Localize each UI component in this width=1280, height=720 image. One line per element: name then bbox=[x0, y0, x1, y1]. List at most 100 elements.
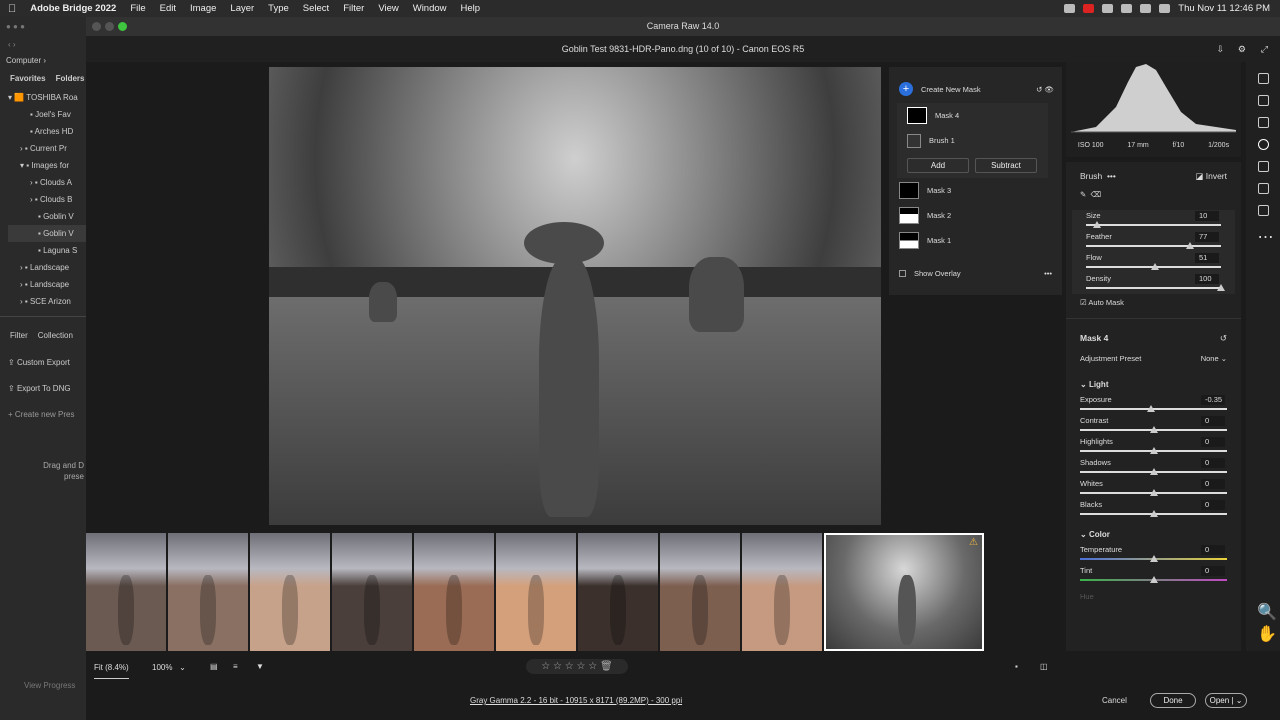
rating-stars[interactable]: ☆ ☆ ☆ ☆ ☆ 🗑 bbox=[526, 659, 628, 674]
menu-edit[interactable]: Edit bbox=[160, 3, 176, 14]
export-item[interactable]: ⇪ Export To DNG bbox=[8, 376, 78, 402]
filter-icon[interactable]: ▼ bbox=[256, 662, 264, 671]
tree-item[interactable]: › ▪ Landscape bbox=[8, 259, 86, 276]
tree-item[interactable]: › ▪ Current Pr bbox=[8, 140, 86, 157]
tab-folders[interactable]: Folders bbox=[56, 74, 85, 83]
menu-view[interactable]: View bbox=[378, 3, 398, 14]
menu-file[interactable]: File bbox=[130, 3, 145, 14]
gear-icon[interactable]: ⚙ bbox=[1238, 36, 1246, 62]
slider-row[interactable]: Exposure -0.35 bbox=[1066, 394, 1241, 415]
slider-value-field[interactable]: 51 bbox=[1195, 253, 1219, 263]
tree-item[interactable]: ▾ ▪ Images for bbox=[8, 157, 86, 174]
menu-layer[interactable]: Layer bbox=[230, 3, 254, 14]
tab-favorites[interactable]: Favorites bbox=[10, 74, 46, 83]
slider-row[interactable]: Flow 51 bbox=[1072, 252, 1235, 273]
menu-select[interactable]: Select bbox=[303, 3, 329, 14]
slider-row[interactable]: Contrast 0 bbox=[1066, 415, 1241, 436]
view-progress[interactable]: View Progress bbox=[24, 681, 75, 690]
slider-row[interactable]: Blacks 0 bbox=[1066, 499, 1241, 520]
slider-handle[interactable] bbox=[1185, 242, 1194, 249]
slider-track[interactable] bbox=[1086, 224, 1221, 226]
slider-handle[interactable] bbox=[1149, 576, 1158, 583]
filmstrip-thumbnail[interactable] bbox=[86, 533, 166, 651]
filmstrip-thumbnail[interactable] bbox=[414, 533, 494, 651]
menu-image[interactable]: Image bbox=[190, 3, 216, 14]
color-header[interactable]: ⌄ Color bbox=[1066, 520, 1241, 544]
slider-value-field[interactable]: 0 bbox=[1201, 458, 1225, 468]
workflow-info-link[interactable]: Gray Gamma 2.2 - 16 bit - 10915 x 8171 (… bbox=[470, 696, 682, 705]
tree-item[interactable]: › ▪ Landscape bbox=[8, 276, 86, 293]
slider-value-field[interactable]: 0 bbox=[1201, 500, 1225, 510]
create-mask-label[interactable]: Create New Mask bbox=[921, 85, 981, 94]
main-preview-image[interactable] bbox=[269, 67, 881, 525]
slider-row[interactable]: Feather 77 bbox=[1072, 231, 1235, 252]
plus-icon[interactable]: + bbox=[899, 82, 913, 96]
zoom-button[interactable] bbox=[118, 22, 127, 31]
export-item[interactable]: + Create new Pres bbox=[8, 402, 78, 428]
open-button[interactable]: Open | ⌄ bbox=[1205, 693, 1247, 708]
reset-icon[interactable]: ↺ 👁 bbox=[1036, 85, 1054, 94]
export-item[interactable]: ⇪ Custom Export bbox=[8, 350, 78, 376]
tree-item[interactable]: ▪ Goblin V bbox=[8, 225, 86, 242]
preset-dropdown[interactable]: None ⌄ bbox=[1201, 354, 1227, 366]
minimize-button[interactable] bbox=[105, 22, 114, 31]
fullscreen-icon[interactable]: ⤢ bbox=[1261, 36, 1268, 62]
menu-filter[interactable]: Filter bbox=[343, 3, 364, 14]
add-button[interactable]: Add bbox=[907, 158, 969, 173]
presets-icon[interactable] bbox=[1257, 205, 1269, 216]
tree-item[interactable]: › ▪ SCE Arizon bbox=[8, 293, 86, 310]
more-icon[interactable]: ••• bbox=[1044, 269, 1052, 278]
tree-item[interactable]: ▪ Laguna S bbox=[8, 242, 86, 259]
slider-value-field[interactable]: 0 bbox=[1201, 566, 1225, 576]
tree-item[interactable]: ▪ Joel's Fav bbox=[8, 106, 86, 123]
slider-row[interactable]: Whites 0 bbox=[1066, 478, 1241, 499]
slider-row[interactable]: Temperature 0 bbox=[1066, 544, 1241, 565]
mask-item[interactable]: Mask 4 bbox=[897, 103, 1048, 128]
creative-cloud-icon[interactable] bbox=[1064, 4, 1076, 13]
brush-tool-icon[interactable]: ✎ bbox=[1080, 190, 1086, 199]
heal-icon[interactable] bbox=[1257, 117, 1269, 128]
eraser-icon[interactable]: ⌫ bbox=[1090, 190, 1101, 199]
tree-item[interactable]: ▪ Goblin V bbox=[8, 208, 86, 225]
mask-icon[interactable] bbox=[1257, 139, 1269, 150]
tree-item[interactable]: › ▪ Clouds B bbox=[8, 191, 86, 208]
filmstrip-thumbnail[interactable] bbox=[168, 533, 248, 651]
slider-row[interactable]: Density 100 bbox=[1072, 273, 1235, 294]
slider-value-field[interactable]: 10 bbox=[1195, 211, 1219, 221]
snapshots-icon[interactable] bbox=[1257, 183, 1269, 194]
edit-icon[interactable] bbox=[1257, 73, 1269, 84]
more-icon[interactable]: ⋯ bbox=[1258, 227, 1274, 246]
battery-icon[interactable] bbox=[1121, 4, 1133, 13]
slider-value-field[interactable]: -0.35 bbox=[1201, 395, 1225, 405]
crop-icon[interactable] bbox=[1257, 95, 1269, 106]
slider-value-field[interactable]: 0 bbox=[1201, 479, 1225, 489]
menu-help[interactable]: Help bbox=[461, 3, 481, 14]
mask-item[interactable]: Mask 2 bbox=[889, 203, 1062, 228]
sync-icon[interactable] bbox=[1102, 4, 1114, 13]
slider-row[interactable]: Tint 0 bbox=[1066, 565, 1241, 586]
apple-icon[interactable]:  bbox=[8, 3, 16, 15]
forward-icon[interactable]: › bbox=[13, 40, 16, 49]
slider-row[interactable]: Highlights 0 bbox=[1066, 436, 1241, 457]
slider-track[interactable] bbox=[1086, 287, 1221, 289]
tab-filter[interactable]: Filter bbox=[10, 331, 28, 340]
menu-type[interactable]: Type bbox=[268, 3, 289, 14]
cancel-button[interactable]: Cancel bbox=[1102, 696, 1127, 705]
brush-item[interactable]: Brush 1 bbox=[897, 128, 1048, 153]
light-header[interactable]: ⌄ Light bbox=[1066, 372, 1241, 394]
done-button[interactable]: Done bbox=[1150, 693, 1196, 708]
slider-track[interactable] bbox=[1086, 245, 1221, 247]
invert-toggle[interactable]: ◪ Invert bbox=[1195, 171, 1227, 182]
tree-item[interactable]: ▾ 🟧 TOSHIBA Roa bbox=[8, 89, 86, 106]
tab-collection[interactable]: Collection bbox=[38, 331, 73, 340]
slider-handle[interactable] bbox=[1149, 489, 1158, 496]
filmstrip-icon[interactable]: ▤ bbox=[210, 662, 218, 671]
overlay-checkbox[interactable] bbox=[899, 270, 906, 277]
save-icon[interactable]: ⇩ bbox=[1216, 36, 1224, 62]
filmstrip-thumbnail[interactable] bbox=[578, 533, 658, 651]
mask-item[interactable]: Mask 3 bbox=[889, 178, 1062, 203]
filmstrip-thumbnail[interactable] bbox=[250, 533, 330, 651]
slider-handle[interactable] bbox=[1149, 426, 1158, 433]
slider-value-field[interactable]: 0 bbox=[1201, 416, 1225, 426]
menu-window[interactable]: Window bbox=[413, 3, 447, 14]
